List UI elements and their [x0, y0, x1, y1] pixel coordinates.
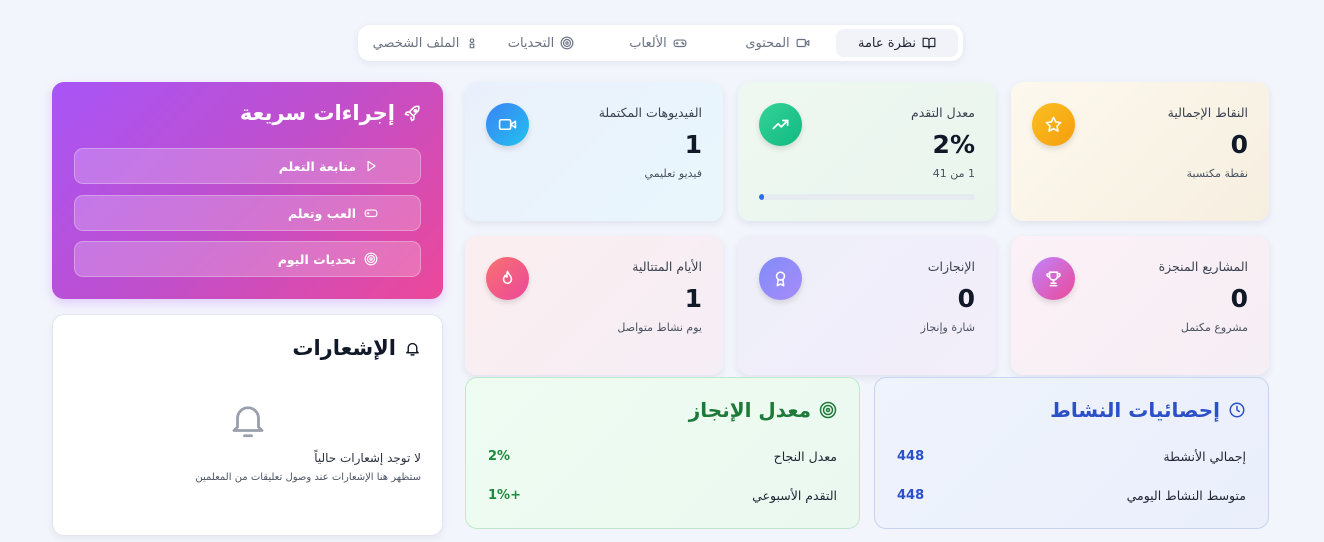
stat-videos-value: 1 [684, 130, 702, 159]
stat-streak-label: الأيام المتتالية [632, 259, 702, 274]
stat-card-points: النقاط الإجمالية 0 نقطة مكتسبة [1011, 82, 1269, 221]
activity-total-value: 448 [897, 448, 925, 464]
clock-icon [1228, 401, 1246, 419]
gamepad-icon [364, 206, 378, 220]
continue-learning-label: متابعة التعلم [278, 158, 356, 174]
stat-achievements-label: الإنجازات [927, 259, 975, 274]
quick-actions-title: إجراءات سريعة [240, 101, 422, 125]
play-icon [364, 159, 378, 173]
tab-games[interactable]: الألعاب [597, 29, 719, 57]
flame-icon [486, 257, 529, 300]
activity-row-daily: متوسط النشاط اليومي 448 [897, 485, 1246, 505]
trophy-icon [1032, 257, 1075, 300]
quick-actions-title-text: إجراءات سريعة [239, 101, 395, 125]
success-rate-value: 2% [488, 448, 511, 464]
notifications-empty-title: لا توجد إشعارات حالياً [314, 451, 421, 465]
stat-projects-value: 0 [1230, 284, 1248, 313]
tab-overview[interactable]: نظرة عامة [836, 29, 958, 57]
stat-card-streak: الأيام المتتالية 1 يوم نشاط متواصل [465, 236, 723, 375]
quick-actions-card: إجراءات سريعة متابعة التعلم العب وتعلم ت… [52, 82, 443, 299]
star-icon [1032, 103, 1075, 146]
activity-row-total: إجمالي الأنشطة 448 [897, 446, 1246, 466]
stat-points-sub: نقطة مكتسبة [1186, 167, 1248, 180]
award-icon [759, 257, 802, 300]
weekly-progress-value: +1% [488, 487, 521, 503]
tab-challenges-label: التحديات [507, 35, 555, 51]
play-and-learn-button[interactable]: العب وتعلم [74, 195, 421, 231]
activity-total-label: إجمالي الأنشطة [1163, 448, 1246, 464]
stat-projects-sub: مشروع مكتمل [1180, 321, 1248, 334]
tab-profile-label: الملف الشخصي [372, 35, 460, 51]
stat-card-videos: الفيديوهات المكتملة 1 فيديو تعليمي [465, 82, 723, 221]
stat-streak-value: 1 [684, 284, 702, 313]
stat-videos-sub: فيديو تعليمي [644, 167, 702, 180]
empty-bell-icon [227, 399, 269, 441]
play-and-learn-label: العب وتعلم [287, 205, 356, 221]
daily-challenges-button[interactable]: تحديات اليوم [74, 241, 421, 277]
daily-challenges-label: تحديات اليوم [277, 251, 356, 267]
stat-projects-label: المشاريع المنجزة [1158, 259, 1248, 274]
continue-learning-button[interactable]: متابعة التعلم [74, 148, 421, 184]
activity-stats-title-text: إحصائيات النشاط [1050, 398, 1220, 422]
stat-card-achievements: الإنجازات 0 شارة وإنجاز [738, 236, 996, 375]
activity-stats-panel: إحصائيات النشاط إجمالي الأنشطة 448 متوسط… [874, 377, 1269, 529]
stat-points-label: النقاط الإجمالية [1167, 105, 1248, 120]
completion-rate-panel: معدل الإنجاز معدل النجاح 2% التقدم الأسب… [465, 377, 860, 529]
stat-achievements-value: 0 [957, 284, 975, 313]
trending-up-icon [759, 103, 802, 146]
bell-icon [404, 340, 421, 357]
progress-bar-fill [759, 194, 765, 200]
rocket-icon [403, 104, 422, 123]
notifications-empty-desc: ستظهر هنا الإشعارات عند وصول تعليقات من … [195, 472, 421, 483]
video-icon [486, 103, 529, 146]
book-open-icon [922, 36, 936, 50]
completion-rate-title-text: معدل الإنجاز [688, 398, 811, 422]
stat-streak-sub: يوم نشاط متواصل [617, 321, 702, 334]
stat-points-value: 0 [1230, 130, 1248, 159]
stat-progress-label: معدل التقدم [910, 105, 975, 120]
tab-content[interactable]: المحتوى [719, 29, 836, 57]
completion-row-weekly: التقدم الأسبوعي +1% [488, 485, 837, 505]
notifications-title-text: الإشعارات [292, 336, 396, 360]
main-tab-bar: نظرة عامة المحتوى الألعاب التحديات الملف… [358, 25, 963, 61]
notifications-card: الإشعارات لا توجد إشعارات حالياً ستظهر ه… [52, 314, 443, 536]
notifications-title: الإشعارات [292, 336, 421, 360]
weekly-progress-label: التقدم الأسبوعي [752, 487, 837, 503]
activity-stats-title: إحصائيات النشاط [1050, 398, 1246, 422]
activity-daily-value: 448 [897, 487, 925, 503]
stat-card-projects: المشاريع المنجزة 0 مشروع مكتمل [1011, 236, 1269, 375]
stat-videos-label: الفيديوهات المكتملة [598, 105, 702, 120]
video-icon [796, 36, 810, 50]
tab-overview-label: نظرة عامة [857, 35, 917, 51]
success-rate-label: معدل النجاح [773, 448, 837, 464]
completion-row-success: معدل النجاح 2% [488, 446, 837, 466]
stat-progress-sub: 1 من 41 [932, 167, 975, 180]
stat-card-progress: معدل التقدم 2% 1 من 41 [738, 82, 996, 221]
stat-progress-value: 2% [932, 130, 975, 159]
tab-challenges[interactable]: التحديات [485, 29, 597, 57]
tab-profile[interactable]: الملف الشخصي [367, 29, 485, 57]
tab-games-label: الألعاب [629, 35, 667, 51]
completion-rate-title: معدل الإنجاز [689, 398, 837, 422]
progress-bar [759, 194, 975, 200]
activity-daily-label: متوسط النشاط اليومي [1126, 487, 1246, 503]
target-icon [560, 36, 574, 50]
tab-content-label: المحتوى [745, 35, 790, 51]
stat-achievements-sub: شارة وإنجاز [920, 321, 975, 334]
gamepad-icon [673, 36, 687, 50]
target-icon [364, 252, 378, 266]
target-icon [819, 401, 837, 419]
user-icon [465, 36, 479, 50]
